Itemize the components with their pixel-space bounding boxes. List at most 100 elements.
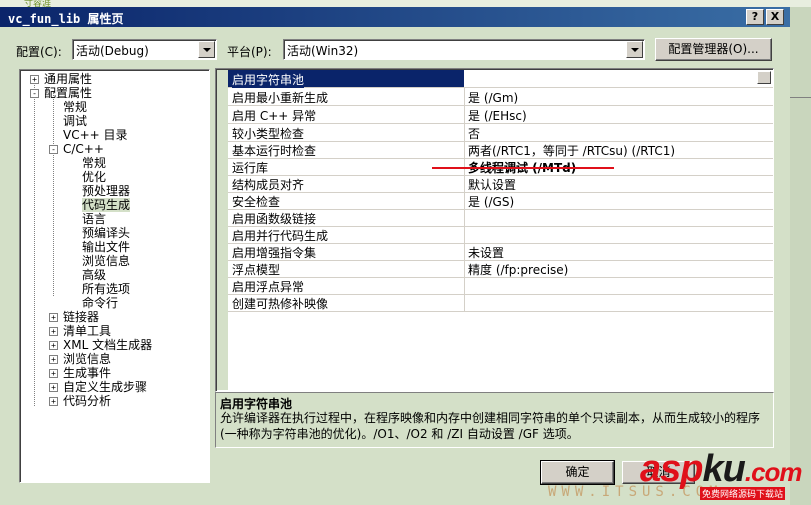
tree-item-optimization[interactable]: 优化 (82, 170, 106, 184)
watermark-url: WWW.ITSUS.COM (548, 484, 723, 500)
collapse-icon[interactable]: - (49, 145, 58, 154)
tree-item-label: 链接器 (63, 310, 100, 324)
grid-gutter (217, 70, 228, 390)
config-manager-button[interactable]: 配置管理器(O)... (655, 38, 772, 61)
grid-row-name: 浮点模型 (232, 263, 281, 277)
grid-row-value: 是 (/Gm) (468, 91, 519, 105)
platform-select[interactable]: 活动(Win32) (283, 39, 645, 60)
config-select[interactable]: 活动(Debug) (72, 39, 217, 60)
property-tree[interactable]: + 通用属性 - 配置属性 常规 调试 VC++ 目录 - C/C++ 常规 优… (19, 69, 210, 483)
background-strip: 寸容涯 (0, 0, 811, 9)
grid-row-name: 启用最小重新生成 (232, 91, 329, 105)
grid-row-name: 启用 C++ 异常 (232, 109, 317, 123)
collapse-icon[interactable]: - (30, 89, 39, 98)
annotation-underline (432, 167, 614, 169)
expand-icon[interactable]: + (49, 397, 58, 406)
watermark-logo-part: .com (744, 457, 803, 487)
grid-row[interactable]: 启用并行代码生成 (228, 226, 773, 244)
tree-item-label: 清单工具 (63, 324, 112, 338)
tree-item-label: 优化 (82, 170, 107, 184)
expand-icon[interactable]: + (49, 369, 58, 378)
tree-item-label: 自定义生成步骤 (63, 380, 148, 394)
tree-item-output-files[interactable]: 输出文件 (82, 240, 130, 254)
tree-item-command-line[interactable]: 命令行 (82, 296, 118, 310)
grid-row-name: 启用函数级链接 (232, 212, 317, 226)
grid-row-name: 较小类型检查 (232, 127, 305, 141)
grid-row-name: 启用浮点异常 (232, 280, 305, 294)
grid-row-value: 未设置 (468, 246, 505, 260)
close-button[interactable]: X (766, 9, 784, 25)
grid-row[interactable]: 启用函数级链接 (228, 209, 773, 227)
tree-item-preprocessor[interactable]: 预处理器 (82, 184, 130, 198)
expand-icon[interactable]: + (30, 75, 39, 84)
grid-row-value: 精度 (/fp:precise) (468, 263, 569, 277)
grid-row[interactable]: 较小类型检查 否 (228, 124, 773, 142)
tree-item-label: 浏览信息 (63, 352, 112, 366)
watermark-subtitle: 免费网络源码下载站 (700, 487, 786, 500)
chevron-down-icon[interactable] (198, 41, 215, 58)
expand-icon[interactable]: + (49, 341, 58, 350)
tree-item-label: 预处理器 (82, 184, 131, 198)
grid-row-name: 创建可热修补映像 (232, 297, 329, 311)
tree-item-vc-directories[interactable]: VC++ 目录 (63, 128, 128, 142)
grid-row[interactable]: 创建可热修补映像 (228, 294, 773, 312)
platform-select-value: 活动(Win32) (287, 44, 359, 58)
tree-item-advanced[interactable]: 高级 (82, 268, 106, 282)
chevron-down-icon[interactable] (757, 71, 771, 84)
tree-item-label: 常规 (82, 156, 107, 170)
grid-row-value: 是 (/GS) (468, 195, 515, 209)
grid-row[interactable]: 启用最小重新生成 是 (/Gm) (228, 88, 773, 106)
window-title: vc_fun_lib 属性页 (8, 12, 124, 26)
tree-item-label: 通用属性 (44, 72, 93, 86)
description-text: 允许编译器在执行过程中，在程序映像和内存中创建相同字符串的单个只读副本，从而生成… (220, 411, 761, 441)
tree-item-label: 所有选项 (82, 282, 131, 296)
tree-item-label: C/C++ (63, 142, 104, 156)
tree-item-label: 代码分析 (63, 394, 112, 408)
grid-row-value: 否 (468, 127, 481, 141)
grid-row-value: 是 (/EHsc) (468, 109, 527, 123)
background-window-edge (790, 7, 811, 505)
grid-row[interactable]: 启用 C++ 异常 是 (/EHsc) (228, 106, 773, 124)
tree-item-label: 代码生成 (82, 198, 131, 212)
tree-item-debugging[interactable]: 调试 (63, 114, 87, 128)
tree-item-label: 高级 (82, 268, 107, 282)
tree-item-label: XML 文档生成器 (63, 338, 153, 352)
tree-item-label: 预编译头 (82, 226, 131, 240)
tree-item-code-generation[interactable]: 代码生成 (82, 198, 131, 212)
grid-row-name: 启用字符串池 (232, 71, 305, 88)
tree-item-label: 常规 (63, 100, 88, 114)
grid-row[interactable]: 安全检查 是 (/GS) (228, 192, 773, 210)
tree-item-browse-info[interactable]: 浏览信息 (82, 254, 130, 268)
expand-icon[interactable]: + (49, 355, 58, 364)
tree-item-label: 语言 (82, 212, 107, 226)
tree-item-label: VC++ 目录 (63, 128, 128, 142)
grid-row-name: 安全检查 (232, 195, 281, 209)
description-panel: 启用字符串池 允许编译器在执行过程中，在程序映像和内存中创建相同字符串的单个只读… (215, 392, 774, 448)
grid-row[interactable]: 结构成员对齐 默认设置 (228, 175, 773, 193)
help-button[interactable]: ? (746, 9, 764, 25)
ok-button[interactable]: 确定 (540, 460, 615, 485)
config-label: 配置(C): (16, 45, 62, 59)
tree-item-all-options[interactable]: 所有选项 (82, 282, 130, 296)
chevron-down-icon[interactable] (626, 41, 643, 58)
tree-item-precompiled-headers[interactable]: 预编译头 (82, 226, 130, 240)
grid-row[interactable]: 启用浮点异常 (228, 277, 773, 295)
tree-item-language[interactable]: 语言 (82, 212, 106, 226)
tree-item-general[interactable]: 常规 (63, 100, 87, 114)
grid-row-name: 基本运行时检查 (232, 144, 317, 158)
grid-row-string-pooling[interactable]: 启用字符串池 (228, 70, 773, 88)
expand-icon[interactable]: + (49, 313, 58, 322)
grid-row-value: 默认设置 (468, 178, 517, 192)
tree-item-label: 命令行 (82, 296, 119, 310)
grid-row[interactable]: 启用增强指令集 未设置 (228, 243, 773, 261)
grid-row-name: 启用并行代码生成 (232, 229, 329, 243)
expand-icon[interactable]: + (49, 383, 58, 392)
grid-row[interactable]: 基本运行时检查 两者(/RTC1，等同于 /RTCsu) (/RTC1) (228, 141, 773, 159)
expand-icon[interactable]: + (49, 327, 58, 336)
grid-row[interactable]: 浮点模型 精度 (/fp:precise) (228, 260, 773, 278)
tree-item-label: 浏览信息 (82, 254, 131, 268)
property-grid[interactable]: 启用字符串池 启用最小重新生成 是 (/Gm) 启用 C++ 异常 是 (/EH… (215, 68, 774, 392)
tree-item-cpp-general[interactable]: 常规 (82, 156, 106, 170)
grid-row-name: 结构成员对齐 (232, 178, 305, 192)
grid-row-value: 两者(/RTC1，等同于 /RTCsu) (/RTC1) (468, 144, 676, 158)
